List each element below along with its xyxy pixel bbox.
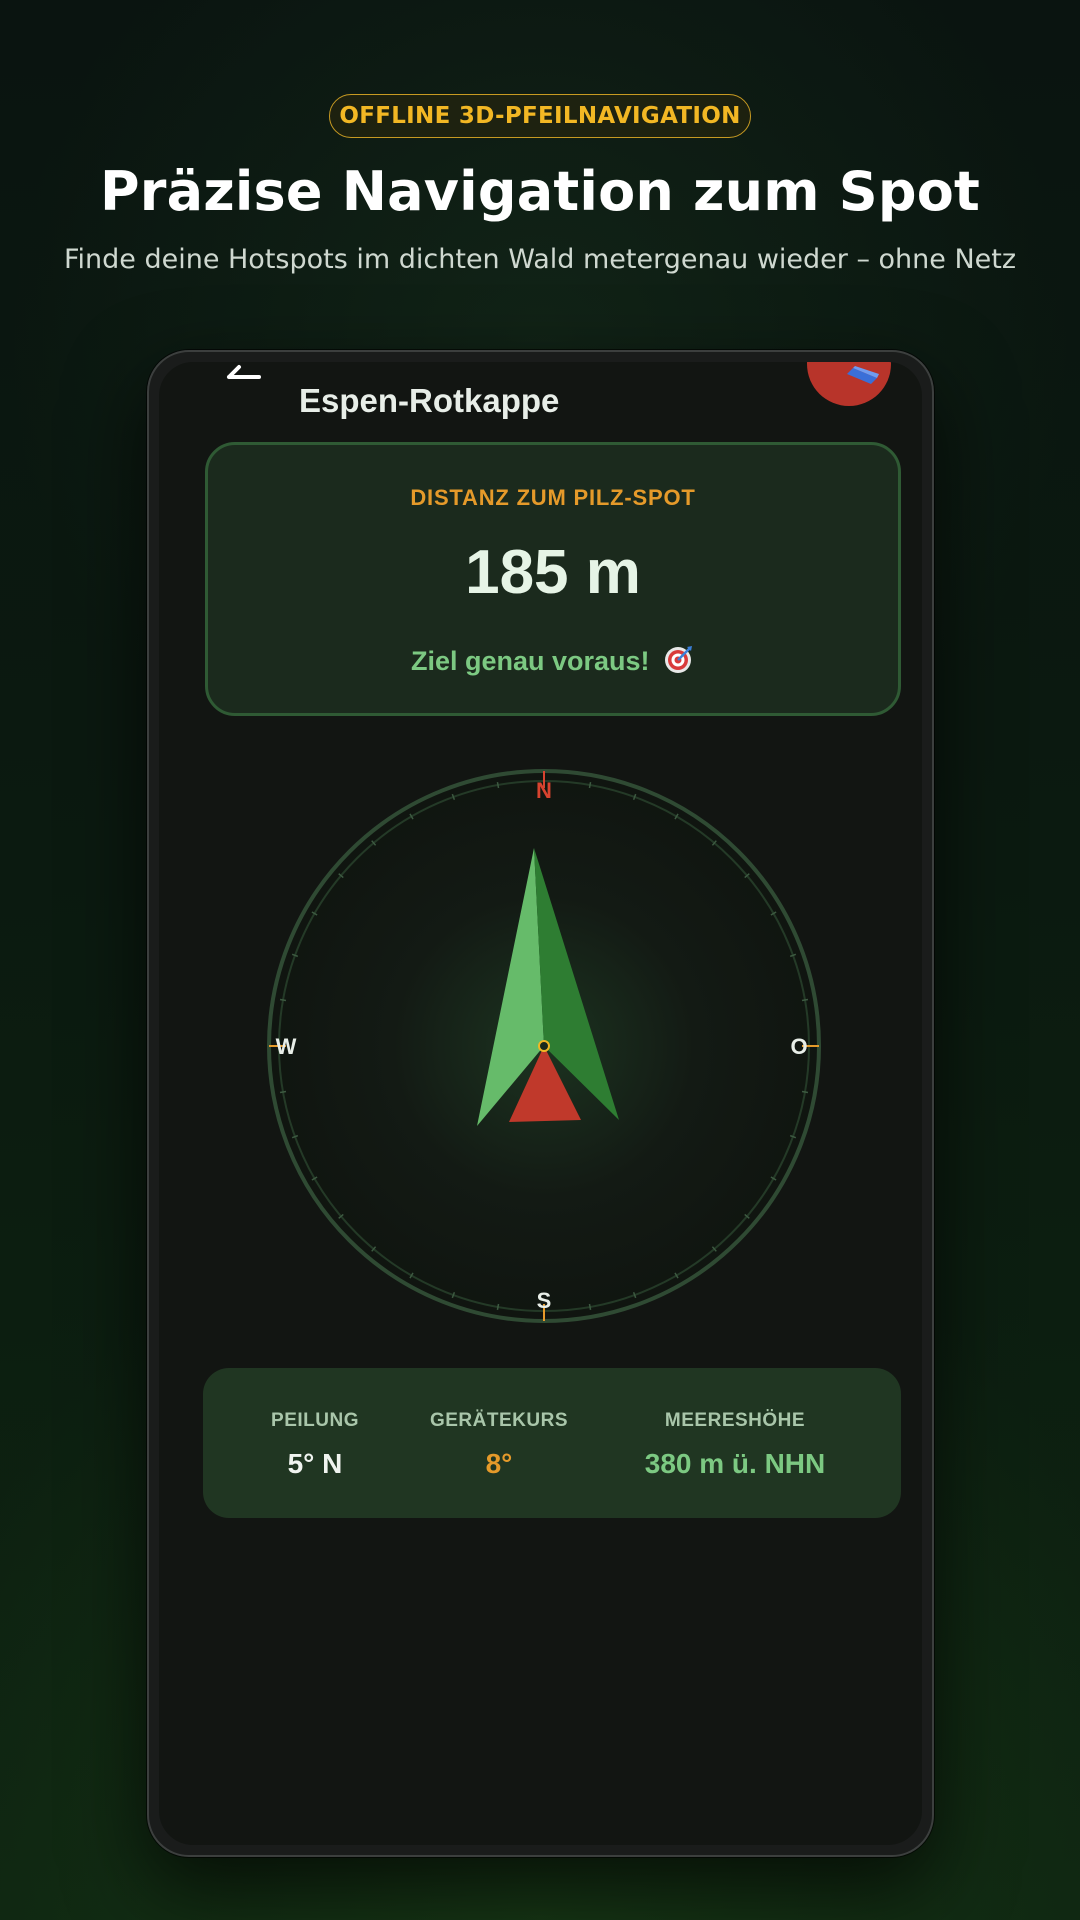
stats-card: PEILUNG 5° N GERÄTEKURS 8° MEERESHÖHE 38…	[203, 1368, 901, 1518]
stat-heading: GERÄTEKURS 8°	[417, 1368, 581, 1518]
app-screen: Espen-Rotkappe DISTANZ ZUM PILZ-SPOT 185…	[159, 362, 922, 1845]
feature-badge: OFFLINE 3D-PFEILNAVIGATION	[329, 94, 751, 138]
compass-east: O	[790, 1034, 807, 1059]
target-icon	[665, 646, 693, 673]
stat-value: 8°	[485, 1448, 513, 1479]
stat-label: MEERESHÖHE	[664, 1410, 806, 1431]
distance-value: 185 m	[465, 538, 641, 607]
compass-west: W	[276, 1034, 297, 1059]
phone-mockup: Espen-Rotkappe DISTANZ ZUM PILZ-SPOT 185…	[147, 350, 934, 1857]
distance-label: DISTANZ ZUM PILZ-SPOT	[410, 485, 696, 510]
compass-north: N	[536, 778, 552, 803]
compass-south: S	[537, 1288, 552, 1313]
distance-status: Ziel genau voraus!	[208, 643, 898, 677]
headline: Präzise Navigation zum Spot	[99, 160, 981, 223]
subline: Finde deine Hotspots im dichten Wald met…	[63, 244, 1017, 275]
stat-bearing: PEILUNG 5° N	[233, 1368, 397, 1518]
compass: N S W O	[267, 769, 821, 1323]
stat-value: 380 m ü. NHN	[644, 1448, 826, 1479]
spot-avatar-button[interactable]	[807, 362, 891, 406]
distance-card: DISTANZ ZUM PILZ-SPOT 185 m Ziel genau v…	[205, 442, 901, 716]
stat-label: GERÄTEKURS	[429, 1410, 568, 1431]
spot-title: Espen-Rotkappe	[299, 382, 560, 419]
stat-label: PEILUNG	[271, 1410, 359, 1431]
stat-altitude: MEERESHÖHE 380 m ü. NHN	[615, 1368, 855, 1518]
distance-status-text: Ziel genau voraus!	[410, 646, 650, 676]
map-pin-icon	[847, 366, 879, 384]
back-arrow-icon[interactable]	[223, 362, 263, 392]
stat-value: 5° N	[287, 1448, 343, 1479]
